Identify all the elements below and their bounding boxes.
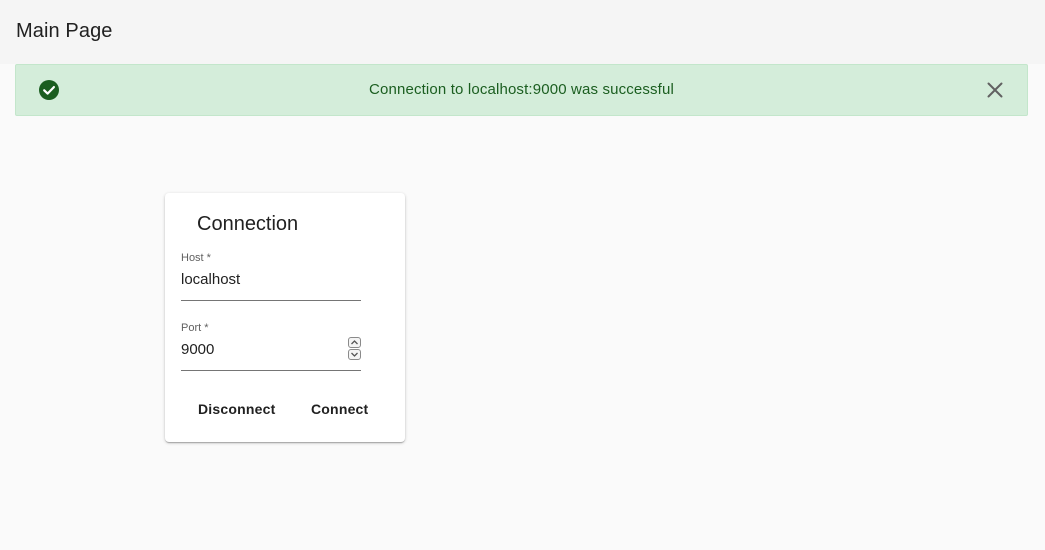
alert-message: Connection to localhost:9000 was success… (369, 81, 674, 98)
page-title: Main Page (16, 20, 113, 42)
success-alert: Connection to localhost:9000 was success… (15, 64, 1028, 116)
disconnect-button[interactable]: Disconnect (198, 397, 275, 421)
host-input[interactable] (181, 268, 341, 290)
port-field: Port * (181, 322, 361, 371)
card-title: Connection (197, 213, 299, 235)
port-label: Port * (181, 322, 209, 334)
host-label: Host * (181, 252, 211, 264)
port-input[interactable] (181, 338, 341, 360)
app-header: Main Page (0, 0, 1045, 64)
stepper-down-icon[interactable] (348, 349, 361, 360)
connection-card: Connection Host * Port * Disconnect Conn… (165, 193, 405, 442)
port-stepper (348, 336, 361, 362)
host-field: Host * (181, 252, 361, 301)
connect-button[interactable]: Connect (311, 397, 368, 421)
close-icon[interactable] (985, 80, 1005, 100)
stepper-up-icon[interactable] (348, 337, 361, 348)
